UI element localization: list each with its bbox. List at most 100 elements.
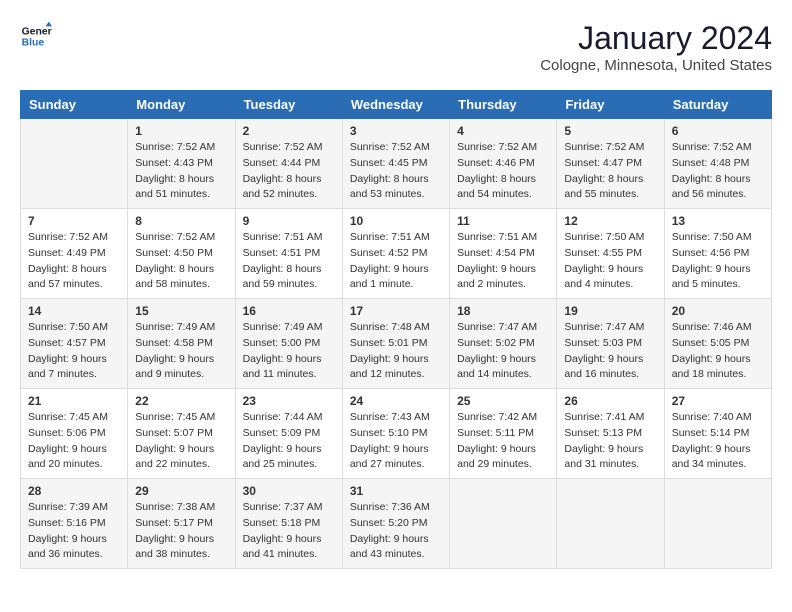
day-number: 27 [672,394,764,408]
day-number: 14 [28,304,120,318]
day-info: Sunrise: 7:52 AMSunset: 4:43 PMDaylight:… [135,140,227,203]
day-info: Sunrise: 7:44 AMSunset: 5:09 PMDaylight:… [243,410,335,473]
title-block: January 2024 Cologne, Minnesota, United … [540,20,772,74]
day-number: 22 [135,394,227,408]
calendar-body: 1Sunrise: 7:52 AMSunset: 4:43 PMDaylight… [21,119,772,569]
day-number: 2 [243,124,335,138]
calendar-cell [664,479,771,569]
calendar-cell: 15Sunrise: 7:49 AMSunset: 4:58 PMDayligh… [128,299,235,389]
day-info: Sunrise: 7:52 AMSunset: 4:45 PMDaylight:… [350,140,442,203]
day-info: Sunrise: 7:51 AMSunset: 4:51 PMDaylight:… [243,230,335,293]
calendar-cell [557,479,664,569]
day-info: Sunrise: 7:39 AMSunset: 5:16 PMDaylight:… [28,500,120,563]
calendar-cell: 16 Sunrise: 7:49 AMSunset: 5:00 PMDayligh… [235,299,342,389]
header-day: Sunday [21,91,128,119]
page-header: General Blue January 2024 Cologne, Minne… [20,20,772,74]
calendar-cell: 4Sunrise: 7:52 AMSunset: 4:46 PMDaylight… [450,119,557,209]
day-number: 6 [672,124,764,138]
calendar-cell: 21 Sunrise: 7:45 AMSunset: 5:06 PMDayligh… [21,389,128,479]
calendar-cell: 5Sunrise: 7:52 AMSunset: 4:47 PMDaylight… [557,119,664,209]
calendar-cell: 18Sunrise: 7:47 AMSunset: 5:02 PMDayligh… [450,299,557,389]
calendar-week-row: 7Sunrise: 7:52 AMSunset: 4:49 PMDaylight… [21,209,772,299]
day-info: Sunrise: 7:49 AMSunset: 5:00 PMDaylight:… [243,320,335,383]
day-info: Sunrise: 7:50 AMSunset: 4:55 PMDaylight:… [564,230,656,293]
day-info: Sunrise: 7:50 AMSunset: 4:56 PMDaylight:… [672,230,764,293]
day-info: Sunrise: 7:41 AMSunset: 5:13 PMDaylight:… [564,410,656,473]
calendar-cell: 30 Sunrise: 7:37 AMSunset: 5:18 PMDayligh… [235,479,342,569]
day-number: 16 [243,304,335,318]
day-number: 12 [564,214,656,228]
logo: General Blue [20,20,52,52]
calendar-cell: 6 Sunrise: 7:52 AMSunset: 4:48 PMDaylight… [664,119,771,209]
day-number: 13 [672,214,764,228]
day-info: Sunrise: 7:43 AMSunset: 5:10 PMDaylight:… [350,410,442,473]
day-info: Sunrise: 7:52 AMSunset: 4:46 PMDaylight:… [457,140,549,203]
calendar-cell: 1Sunrise: 7:52 AMSunset: 4:43 PMDaylight… [128,119,235,209]
day-number: 30 [243,484,335,498]
calendar-cell: 29 Sunrise: 7:38 AMSunset: 5:17 PMDayligh… [128,479,235,569]
day-number: 23 [243,394,335,408]
day-info: Sunrise: 7:52 AMSunset: 4:50 PMDaylight:… [135,230,227,293]
day-number: 10 [350,214,442,228]
calendar-header: SundayMondayTuesdayWednesdayThursdayFrid… [21,91,772,119]
day-number: 5 [564,124,656,138]
day-info: Sunrise: 7:47 AMSunset: 5:03 PMDaylight:… [564,320,656,383]
day-info: Sunrise: 7:49 AMSunset: 4:58 PMDaylight:… [135,320,227,383]
day-number: 3 [350,124,442,138]
location-subtitle: Cologne, Minnesota, United States [540,57,772,74]
day-number: 7 [28,214,120,228]
svg-text:General: General [22,26,52,37]
calendar-cell: 20Sunrise: 7:46 AMSunset: 5:05 PMDayligh… [664,299,771,389]
day-info: Sunrise: 7:52 AMSunset: 4:44 PMDaylight:… [243,140,335,203]
day-info: Sunrise: 7:45 AMSunset: 5:06 PMDaylight:… [28,410,120,473]
calendar-cell: 10Sunrise: 7:51 AMSunset: 4:52 PMDayligh… [342,209,449,299]
calendar-week-row: 28Sunrise: 7:39 AMSunset: 5:16 PMDayligh… [21,479,772,569]
day-info: Sunrise: 7:47 AMSunset: 5:02 PMDaylight:… [457,320,549,383]
header-day: Saturday [664,91,771,119]
calendar-cell: 24Sunrise: 7:43 AMSunset: 5:10 PMDayligh… [342,389,449,479]
day-info: Sunrise: 7:36 AMSunset: 5:20 PMDaylight:… [350,500,442,563]
calendar-cell: 9 Sunrise: 7:51 AMSunset: 4:51 PMDaylight… [235,209,342,299]
header-day: Friday [557,91,664,119]
calendar-cell [21,119,128,209]
day-info: Sunrise: 7:45 AMSunset: 5:07 PMDaylight:… [135,410,227,473]
day-info: Sunrise: 7:52 AMSunset: 4:48 PMDaylight:… [672,140,764,203]
day-number: 21 [28,394,120,408]
day-number: 11 [457,214,549,228]
day-number: 9 [243,214,335,228]
calendar-cell: 26 Sunrise: 7:41 AMSunset: 5:13 PMDayligh… [557,389,664,479]
day-info: Sunrise: 7:42 AMSunset: 5:11 PMDaylight:… [457,410,549,473]
calendar-cell: 23 Sunrise: 7:44 AMSunset: 5:09 PMDayligh… [235,389,342,479]
calendar-cell: 14Sunrise: 7:50 AMSunset: 4:57 PMDayligh… [21,299,128,389]
day-number: 31 [350,484,442,498]
logo-icon: General Blue [20,20,52,52]
day-number: 26 [564,394,656,408]
calendar-cell: 28Sunrise: 7:39 AMSunset: 5:16 PMDayligh… [21,479,128,569]
day-number: 19 [564,304,656,318]
day-info: Sunrise: 7:46 AMSunset: 5:05 PMDaylight:… [672,320,764,383]
calendar-cell: 19 Sunrise: 7:47 AMSunset: 5:03 PMDayligh… [557,299,664,389]
day-info: Sunrise: 7:37 AMSunset: 5:18 PMDaylight:… [243,500,335,563]
header-day: Monday [128,91,235,119]
calendar-cell: 13 Sunrise: 7:50 AMSunset: 4:56 PMDayligh… [664,209,771,299]
month-title: January 2024 [540,20,772,57]
day-number: 8 [135,214,227,228]
day-number: 25 [457,394,549,408]
calendar-cell: 27Sunrise: 7:40 AMSunset: 5:14 PMDayligh… [664,389,771,479]
calendar-week-row: 21 Sunrise: 7:45 AMSunset: 5:06 PMDayligh… [21,389,772,479]
day-number: 17 [350,304,442,318]
header-row: SundayMondayTuesdayWednesdayThursdayFrid… [21,91,772,119]
svg-text:Blue: Blue [22,38,45,49]
calendar-table: SundayMondayTuesdayWednesdayThursdayFrid… [20,90,772,569]
day-info: Sunrise: 7:38 AMSunset: 5:17 PMDaylight:… [135,500,227,563]
day-info: Sunrise: 7:51 AMSunset: 4:54 PMDaylight:… [457,230,549,293]
calendar-week-row: 1Sunrise: 7:52 AMSunset: 4:43 PMDaylight… [21,119,772,209]
calendar-cell: 22 Sunrise: 7:45 AMSunset: 5:07 PMDayligh… [128,389,235,479]
calendar-cell: 17Sunrise: 7:48 AMSunset: 5:01 PMDayligh… [342,299,449,389]
calendar-cell: 8 Sunrise: 7:52 AMSunset: 4:50 PMDaylight… [128,209,235,299]
calendar-cell: 31 Sunrise: 7:36 AMSunset: 5:20 PMDayligh… [342,479,449,569]
calendar-week-row: 14Sunrise: 7:50 AMSunset: 4:57 PMDayligh… [21,299,772,389]
day-number: 29 [135,484,227,498]
calendar-cell: 3 Sunrise: 7:52 AMSunset: 4:45 PMDaylight… [342,119,449,209]
calendar-cell: 2 Sunrise: 7:52 AMSunset: 4:44 PMDaylight… [235,119,342,209]
